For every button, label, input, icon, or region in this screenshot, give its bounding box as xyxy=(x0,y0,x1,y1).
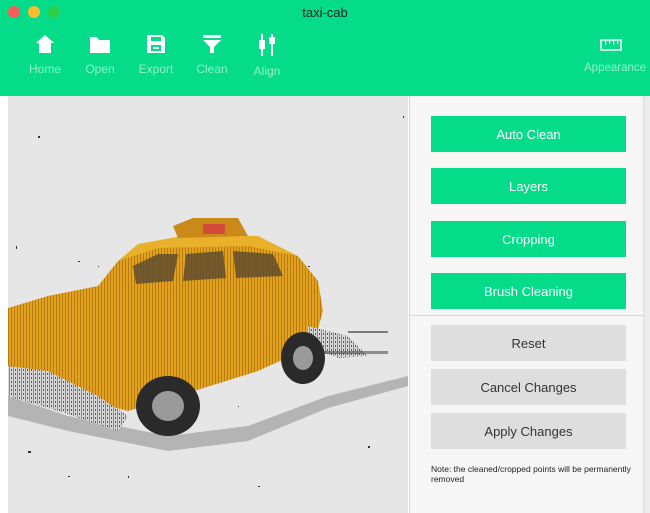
filter-icon xyxy=(203,35,221,53)
folder-icon xyxy=(90,37,110,53)
window-title: taxi-cab xyxy=(302,5,348,20)
open-button[interactable]: Open xyxy=(75,34,125,76)
cropping-button[interactable]: Cropping xyxy=(431,221,626,257)
align-button[interactable]: Align xyxy=(242,34,292,78)
home-button[interactable]: Home xyxy=(20,34,70,76)
clean-label: Clean xyxy=(196,62,228,76)
clean-button[interactable]: Clean xyxy=(187,34,237,76)
taxi-point-cloud xyxy=(8,116,408,487)
home-icon xyxy=(36,35,54,53)
cleaning-panel: Auto Clean Layers Cropping Brush Cleanin… xyxy=(409,96,650,513)
layers-button[interactable]: Layers xyxy=(431,168,626,204)
home-label: Home xyxy=(28,62,61,76)
cleanup-note: Note: the cleaned/cropped points will be… xyxy=(431,464,631,484)
auto-clean-button[interactable]: Auto Clean xyxy=(431,116,626,152)
toolbar: Home Open Export Clean Align Appearance xyxy=(0,24,650,96)
brush-cleaning-button[interactable]: Brush Cleaning xyxy=(431,273,626,309)
point-cloud-viewport[interactable] xyxy=(8,96,408,513)
ruler-icon xyxy=(600,39,622,51)
cancel-changes-button[interactable]: Cancel Changes xyxy=(431,369,626,405)
appearance-label: Appearance xyxy=(584,62,647,74)
export-button[interactable]: Export xyxy=(131,34,181,76)
apply-changes-button[interactable]: Apply Changes xyxy=(431,413,626,449)
panel-divider xyxy=(410,315,650,316)
align-label: Align xyxy=(253,64,281,78)
open-label: Open xyxy=(85,62,115,76)
export-label: Export xyxy=(138,62,174,76)
reset-button[interactable]: Reset xyxy=(431,325,626,361)
align-icon xyxy=(259,34,275,56)
save-icon xyxy=(147,35,165,53)
title-bar: taxi-cab xyxy=(0,0,650,24)
appearance-button[interactable]: Appearance xyxy=(584,34,650,74)
panel-scroll-edge xyxy=(643,96,650,513)
